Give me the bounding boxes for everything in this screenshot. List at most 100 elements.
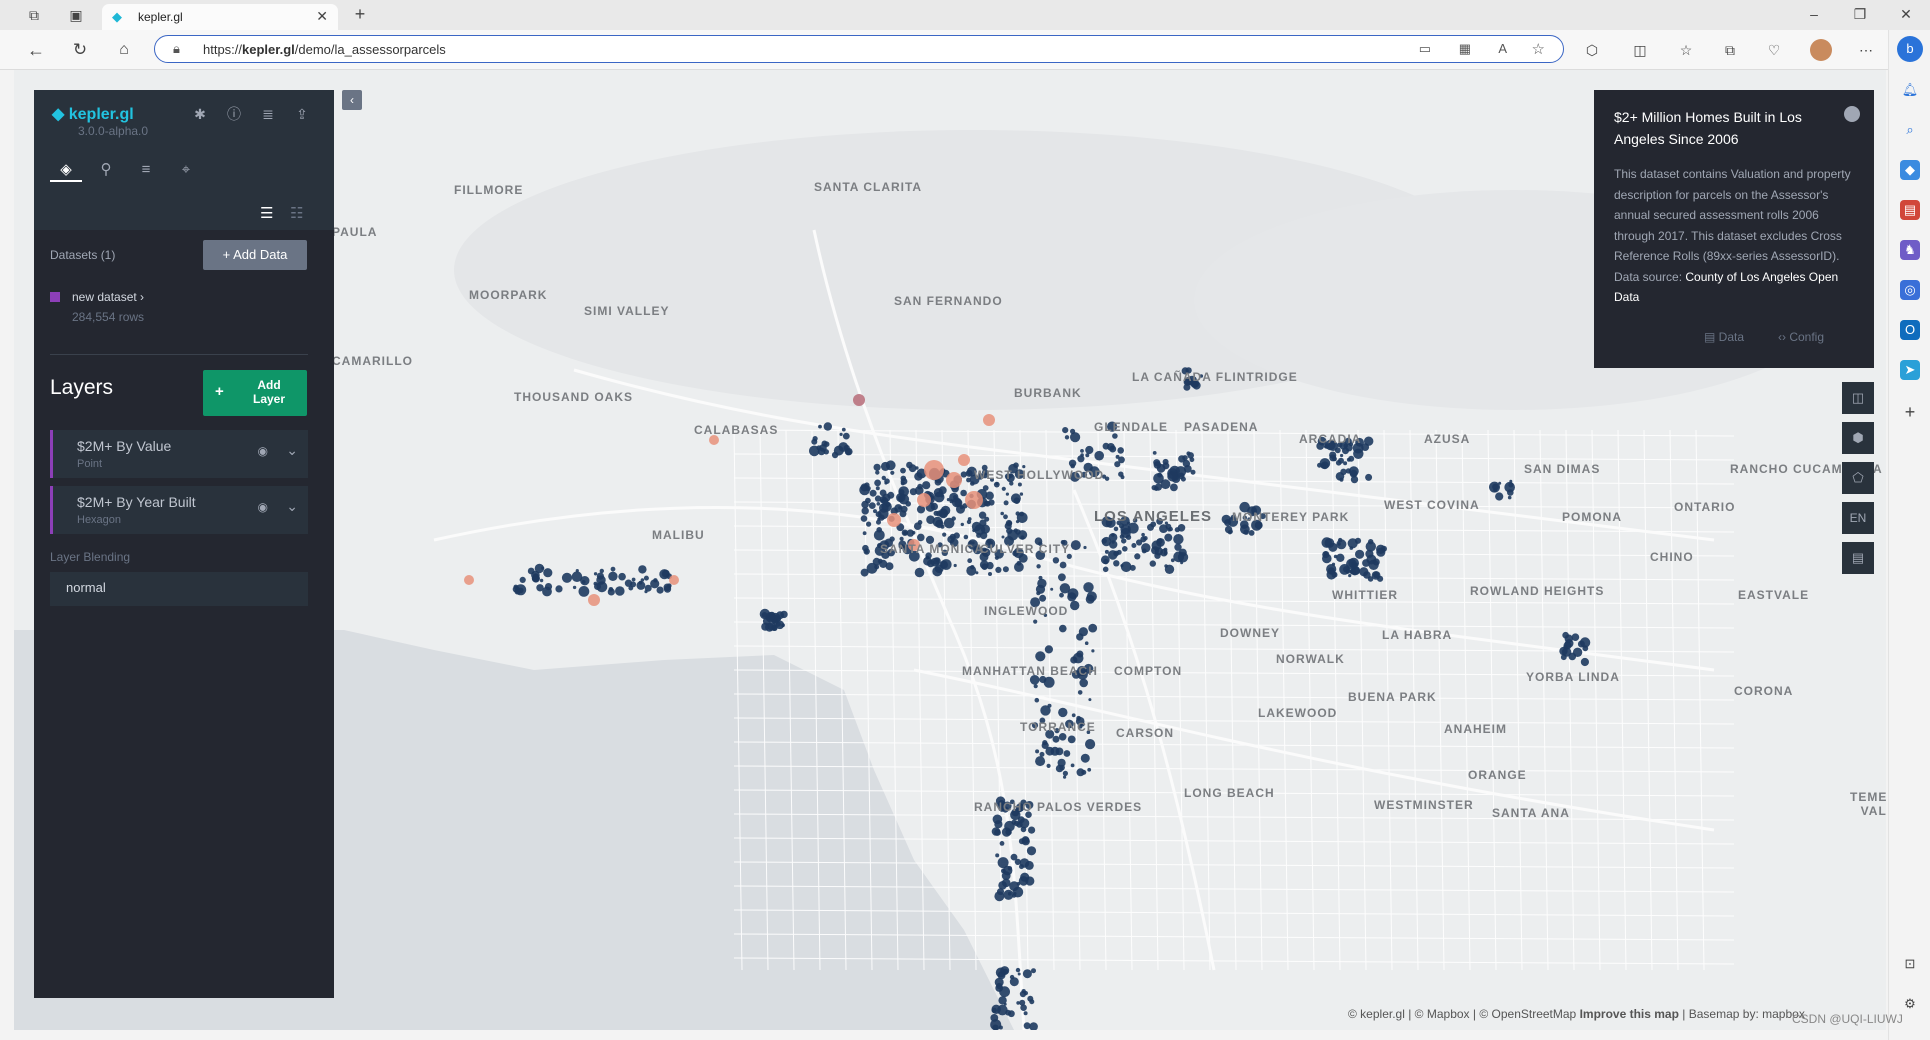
parcel-point: [1346, 457, 1351, 462]
parcel-point: [1180, 561, 1184, 565]
parcel-point: [1080, 753, 1090, 763]
split-map-icon[interactable]: ◫: [1842, 382, 1874, 414]
parcel-point: [1041, 741, 1049, 750]
tab-actions-icon[interactable]: ▣: [66, 5, 86, 25]
tab-interactions[interactable]: ≡: [130, 158, 162, 182]
tab-title: kepler.gl: [138, 10, 183, 24]
kepler-logo[interactable]: ◆ kepler.gl: [52, 104, 134, 124]
qr-icon[interactable]: ▦: [1459, 41, 1471, 57]
3d-view-icon[interactable]: ⬢: [1842, 422, 1874, 454]
collections-icon[interactable]: ⧉: [1720, 40, 1740, 60]
games-icon[interactable]: ♞: [1900, 240, 1920, 260]
parcel-point: [993, 481, 1000, 488]
mapbox-attribution[interactable]: © Mapbox: [1415, 1007, 1470, 1021]
send-icon[interactable]: ➤: [1900, 360, 1920, 380]
tools-icon[interactable]: ▤: [1900, 200, 1920, 220]
parcel-point: [1059, 561, 1067, 569]
list-view-icon[interactable]: ☰: [260, 204, 273, 222]
layer-blending-select[interactable]: normal: [50, 572, 308, 606]
parcel-point: [1040, 705, 1051, 716]
chevron-down-icon[interactable]: ⌄: [286, 442, 298, 459]
tab-filters[interactable]: ⚲: [90, 158, 122, 182]
parcel-point: [1005, 492, 1010, 496]
tab-basemap[interactable]: ⌖: [170, 158, 202, 182]
favorites-icon[interactable]: ☆: [1676, 40, 1696, 60]
add-data-button[interactable]: + Add Data: [203, 240, 307, 270]
chevron-down-icon[interactable]: ⌄: [286, 498, 298, 515]
parcel-point: [615, 586, 625, 596]
parcel-point: [995, 853, 1000, 858]
sorted-view-icon[interactable]: ☷: [290, 204, 303, 222]
parcel-point: [997, 971, 1006, 980]
parcel-point: [1113, 526, 1119, 532]
place-label: AZUSA: [1424, 432, 1471, 446]
docs-info-icon[interactable]: ⓘ: [224, 104, 244, 124]
profile-avatar[interactable]: [1810, 39, 1832, 61]
parcel-point: [1228, 529, 1233, 534]
draw-polygon-icon[interactable]: ⬠: [1842, 462, 1874, 494]
parcel-point: [1076, 650, 1084, 658]
favorite-star-icon[interactable]: ☆: [1532, 40, 1545, 58]
parcel-point: [823, 449, 829, 455]
shopping-tag-icon[interactable]: ◆: [1900, 160, 1920, 180]
outlook-icon[interactable]: O: [1900, 320, 1920, 340]
bug-report-icon[interactable]: ✱: [190, 104, 210, 124]
data-button[interactable]: ▤ Data: [1704, 330, 1744, 344]
read-aloud-icon[interactable]: A: [1498, 41, 1507, 56]
add-sidebar-app-icon[interactable]: +: [1900, 402, 1920, 422]
notification-bell-icon[interactable]: 🔔︎: [1900, 80, 1920, 100]
refresh-icon[interactable]: ↻: [70, 40, 90, 60]
legend-icon[interactable]: ▤: [1842, 542, 1874, 574]
close-window-icon[interactable]: ✕: [1896, 4, 1916, 24]
visibility-eye-icon[interactable]: ◉: [258, 500, 268, 514]
app-available-icon[interactable]: ▭: [1419, 41, 1431, 57]
layer-type: Point: [77, 458, 103, 470]
back-icon[interactable]: ←: [26, 40, 46, 60]
screenshot-icon[interactable]: ⊡: [1900, 954, 1920, 974]
minimize-icon[interactable]: –: [1804, 4, 1824, 24]
workspaces-icon[interactable]: ⧉: [24, 5, 44, 25]
microsoft365-icon[interactable]: ◎: [1900, 280, 1920, 300]
restore-icon[interactable]: ❐: [1850, 4, 1870, 24]
kepler-attribution[interactable]: © kepler.gl: [1348, 1007, 1405, 1021]
collapse-panel-button[interactable]: ‹: [342, 90, 362, 110]
parcel-point: [1102, 566, 1109, 573]
close-tab-icon[interactable]: ✕: [316, 8, 328, 25]
parcel-point: [899, 536, 904, 541]
visibility-eye-icon[interactable]: ◉: [258, 444, 268, 458]
sidebar-settings-icon[interactable]: ⚙: [1900, 994, 1920, 1014]
address-bar[interactable]: 🔒︎ https://kepler.gl/demo/la_assessorpar…: [154, 35, 1564, 63]
parcel-point: [1088, 623, 1098, 633]
home-icon[interactable]: ⌂: [114, 40, 134, 60]
layer-panel-value[interactable]: $2M+ By Value Point ◉ ⌄: [50, 430, 308, 478]
extensions-icon[interactable]: ⬡: [1582, 40, 1602, 60]
add-layer-button[interactable]: + Add Layer: [203, 370, 307, 416]
osm-attribution[interactable]: © OpenStreetMap: [1479, 1007, 1576, 1021]
tab-layers[interactable]: ◈: [50, 158, 82, 182]
parcel-point: [1076, 633, 1084, 641]
place-label: MALIBU: [652, 528, 705, 542]
share-icon[interactable]: ⇪: [292, 104, 312, 124]
improve-map-link[interactable]: Improve this map: [1580, 1007, 1679, 1021]
parcel-point: [860, 515, 868, 522]
layer-panel-year[interactable]: $2M+ By Year Built Hexagon ◉ ⌄: [50, 486, 308, 534]
dataset-name[interactable]: new dataset ›: [72, 290, 144, 304]
parcel-point: [1070, 656, 1078, 664]
split-screen-icon[interactable]: ◫: [1630, 40, 1650, 60]
more-menu-icon[interactable]: ⋯: [1856, 40, 1876, 60]
browser-tab[interactable]: ◆ kepler.gl ✕: [102, 4, 338, 31]
parcel-point: [1109, 445, 1117, 453]
parcel-point: [1173, 534, 1184, 545]
parcel-point: [643, 575, 649, 581]
bing-copilot-icon[interactable]: b: [1897, 36, 1923, 62]
search-icon[interactable]: ⌕: [1900, 120, 1920, 140]
new-tab-icon[interactable]: +: [350, 4, 370, 24]
locale-button[interactable]: EN: [1842, 502, 1874, 534]
storage-icon[interactable]: ≣: [258, 104, 278, 124]
parcel-point: [780, 610, 788, 619]
parcel-point: [943, 517, 955, 529]
parcel-point: [1170, 483, 1178, 492]
place-label: LONG BEACH: [1184, 786, 1275, 800]
config-button[interactable]: ‹› Config: [1778, 330, 1824, 344]
browser-essentials-icon[interactable]: ♡: [1764, 40, 1784, 60]
